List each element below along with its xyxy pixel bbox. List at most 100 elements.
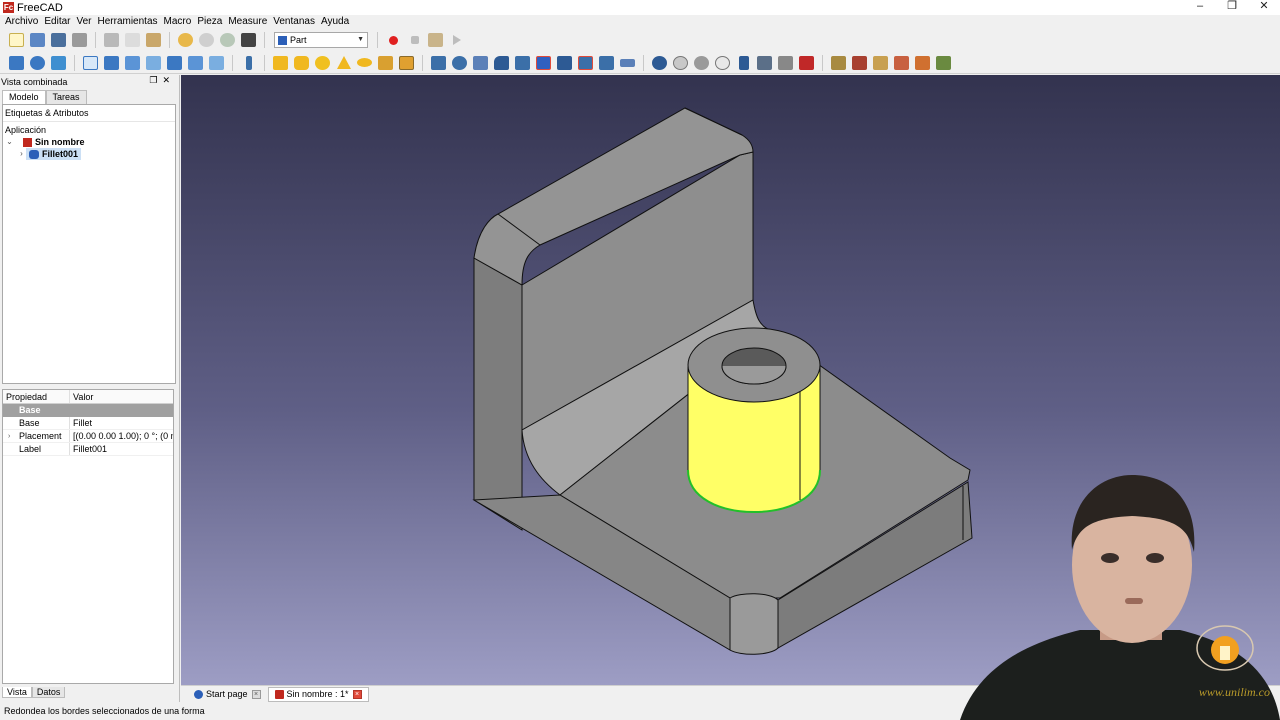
menu-ventanas[interactable]: Ventanas [270,15,318,29]
sphere-button[interactable] [312,53,333,73]
tree-object-node[interactable]: Fillet001 [26,148,82,160]
measure-3d-button[interactable] [933,53,954,73]
tab-sin-nombre[interactable]: Sin nombre : 1* × [267,686,369,702]
revolve-button[interactable] [449,53,470,73]
undo-button[interactable] [175,30,196,50]
tab-datos[interactable]: Datos [31,687,66,698]
defeaturing-button[interactable] [796,53,817,73]
paste-button[interactable] [143,30,164,50]
expanded-arrow-icon[interactable]: ⌄ [5,136,14,148]
print-button[interactable] [69,30,90,50]
cut-boolean-icon [673,55,688,70]
restore-button[interactable]: ❐ [1216,0,1248,15]
fit-all-button[interactable] [6,53,27,73]
menu-pieza[interactable]: Pieza [194,15,225,29]
mirror-icon [473,55,488,70]
measure-refresh-button[interactable] [870,53,891,73]
property-value[interactable]: [(0.00 0.00 1.00); 0 °; (0 m... [70,430,173,442]
common-button[interactable] [712,53,733,73]
boolean-button[interactable] [649,53,670,73]
measure-toggle-button[interactable] [912,53,933,73]
tab-tareas[interactable]: Tareas [45,90,87,104]
close-button[interactable]: ✕ [1248,0,1280,15]
measure-angular-button[interactable] [849,53,870,73]
defeaturing-icon [799,55,814,70]
fit-selection-button[interactable] [27,53,48,73]
menu-ver[interactable]: Ver [73,15,94,29]
draw-style-button[interactable] [48,53,69,73]
rear-view-button[interactable] [164,53,185,73]
right-view-button[interactable] [143,53,164,73]
open-file-button[interactable] [27,30,48,50]
cone-button[interactable] [333,53,354,73]
tab-start-page[interactable]: Start page × [187,687,268,702]
property-value[interactable]: Fillet001 [70,443,173,455]
freecad-logo-icon: Fc [3,2,14,13]
menu-editar[interactable]: Editar [41,15,73,29]
run-macro-button[interactable] [446,30,467,50]
menu-measure[interactable]: Measure [225,15,270,29]
whats-this-button[interactable] [238,30,259,50]
menu-herramientas[interactable]: Herramientas [95,15,161,29]
measure-clear-button[interactable] [891,53,912,73]
left-view-button[interactable] [206,53,227,73]
panel-float-close-icons[interactable]: ❐✕ [149,75,175,86]
fuse-button[interactable] [691,53,712,73]
bottom-view-button[interactable] [185,53,206,73]
torus-button[interactable] [354,53,375,73]
menu-archivo[interactable]: Archivo [2,15,41,29]
redo-button[interactable] [196,30,217,50]
loft-button[interactable] [575,53,596,73]
menu-ayuda[interactable]: Ayuda [318,15,352,29]
top-view-button[interactable] [122,53,143,73]
isometric-view-button[interactable] [80,53,101,73]
compound-button[interactable] [775,53,796,73]
menu-macro[interactable]: Macro [161,15,195,29]
property-value[interactable]: Fillet [70,417,173,429]
save-button[interactable] [48,30,69,50]
box-button[interactable] [270,53,291,73]
tab-modelo[interactable]: Modelo [2,90,46,104]
make-face-button[interactable] [533,53,554,73]
refresh-button[interactable] [217,30,238,50]
collapsed-arrow-icon[interactable]: › [17,148,26,160]
expand-arrow-icon[interactable]: › [8,430,10,443]
chamfer-button[interactable] [512,53,533,73]
record-macro-button[interactable] [383,30,404,50]
primitives-button[interactable] [396,53,417,73]
ruled-surface-icon [557,55,572,70]
workbench-selector[interactable]: Part ▼ [274,32,368,48]
close-tab-icon[interactable]: × [352,689,362,699]
cut-button[interactable] [101,30,122,50]
minimize-button[interactable]: – [1184,0,1216,15]
property-row[interactable]: Base Fillet [3,417,173,430]
tree-document-row[interactable]: ⌄ Sin nombre [3,136,175,148]
sweep-button[interactable] [596,53,617,73]
measure-linear-button[interactable] [828,53,849,73]
close-tab-icon[interactable]: × [251,689,261,699]
tree-root-row: Aplicación [3,124,175,136]
stop-macro-button[interactable] [404,30,425,50]
cut-boolean-button[interactable] [670,53,691,73]
check-geometry-button[interactable] [754,53,775,73]
mirror-button[interactable] [470,53,491,73]
undo-icon [178,33,193,47]
extrude-button[interactable] [428,53,449,73]
measure-button[interactable] [238,53,259,73]
ruled-surface-button[interactable] [554,53,575,73]
tube-button[interactable] [375,53,396,73]
split-button[interactable] [733,53,754,73]
fillet-button[interactable] [491,53,512,73]
tree-object-row[interactable]: › Fillet001 [3,148,175,160]
section-button[interactable] [617,53,638,73]
cylinder-button[interactable] [291,53,312,73]
tab-vista[interactable]: Vista [2,687,32,698]
copy-button[interactable] [122,30,143,50]
front-view-button[interactable] [101,53,122,73]
property-row[interactable]: › Placement [(0.00 0.00 1.00); 0 °; (0 m.… [3,430,173,443]
stop-macro-icon [410,36,419,44]
revolve-icon [452,55,467,70]
property-row[interactable]: Label Fillet001 [3,443,173,456]
new-file-button[interactable] [6,30,27,50]
edit-macro-button[interactable] [425,30,446,50]
